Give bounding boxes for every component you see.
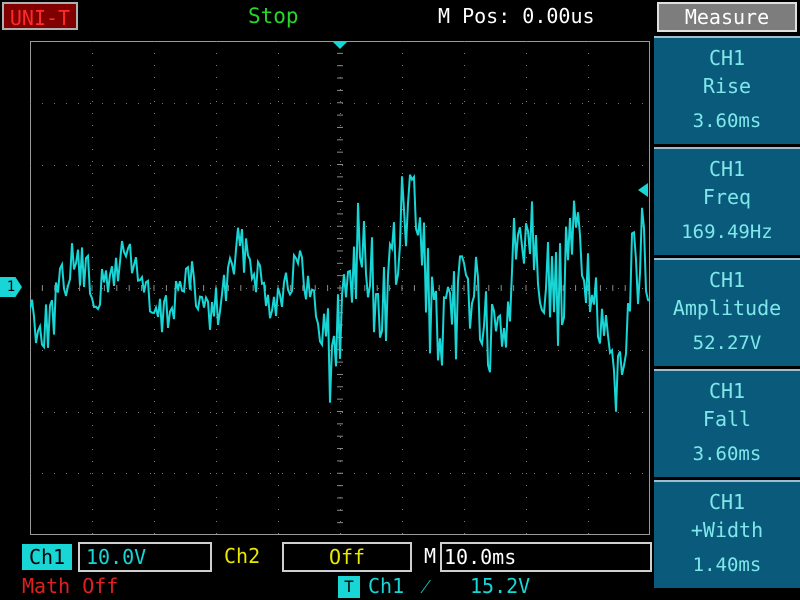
measure-value: 3.60ms — [692, 443, 762, 465]
measure-item[interactable]: CH1 Freq 169.49Hz — [654, 147, 800, 255]
measure-name: Fall — [702, 407, 752, 431]
measure-value: 169.49Hz — [681, 221, 773, 243]
measure-value: 1.40ms — [692, 554, 762, 576]
measure-item[interactable]: CH1 Rise 3.60ms — [654, 36, 800, 144]
measure-title: Measure — [657, 2, 797, 32]
math-status[interactable]: Math Off — [22, 574, 118, 598]
trigger-source: Ch1 — [368, 574, 405, 598]
measure-value: 3.60ms — [692, 110, 762, 132]
measure-name: Freq — [702, 185, 752, 209]
brand-logo: UNI-T — [2, 2, 78, 30]
measure-item[interactable]: CH1 +Width 1.40ms — [654, 480, 800, 588]
measure-channel: CH1 — [708, 157, 746, 181]
trigger-level-marker[interactable] — [638, 183, 648, 197]
channel-1-ground-marker[interactable]: 1 — [0, 277, 22, 297]
ch1-scale: 10.0V — [78, 542, 212, 572]
measure-item[interactable]: CH1 Amplitude 52.27V — [654, 258, 800, 366]
timebase-value: 10.0ms — [440, 542, 652, 572]
measure-value: 52.27V — [692, 332, 762, 354]
ch2-label[interactable]: Ch2 — [224, 544, 260, 568]
trigger-level: 15.2V — [470, 574, 531, 598]
bottom-status-bar: Ch1 10.0V Ch2 Off M 10.0ms Math Off T Ch… — [0, 540, 654, 600]
measure-panel: Measure CH1 Rise 3.60ms CH1 Freq 169.49H… — [654, 0, 800, 600]
measure-name: +Width — [690, 518, 764, 542]
ch1-label[interactable]: Ch1 — [22, 544, 72, 570]
measure-channel: CH1 — [708, 268, 746, 292]
trigger-icon: T — [338, 576, 360, 598]
horizontal-position: M Pos: 0.00us — [438, 4, 595, 28]
top-status-bar: UNI-T Stop M Pos: 0.00us — [0, 0, 652, 34]
timebase-label: M — [424, 544, 437, 568]
measure-item[interactable]: CH1 Fall 3.60ms — [654, 369, 800, 477]
measure-name: Rise — [702, 74, 752, 98]
waveform-display — [30, 41, 650, 535]
measure-channel: CH1 — [708, 379, 746, 403]
trigger-edge-icon: ⁄ — [424, 574, 428, 598]
waveform-svg — [30, 41, 650, 535]
trigger-position-marker[interactable] — [332, 41, 348, 49]
measure-channel: CH1 — [708, 490, 746, 514]
measure-channel: CH1 — [708, 46, 746, 70]
measure-name: Amplitude — [672, 296, 782, 320]
ch2-scale: Off — [282, 542, 412, 572]
run-status: Stop — [248, 4, 299, 28]
